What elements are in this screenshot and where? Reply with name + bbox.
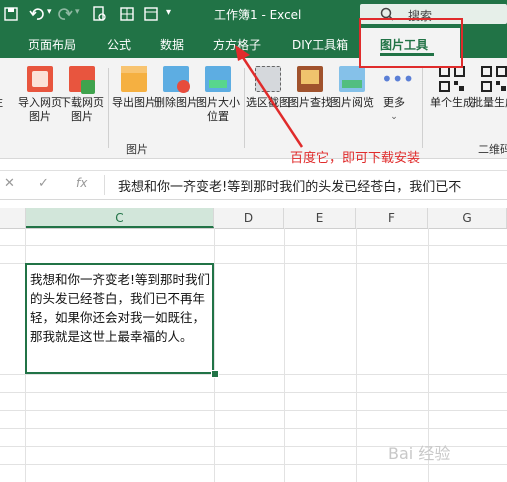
more-button[interactable]: ••• 更多 ⌄ xyxy=(372,66,416,124)
qr-batch-label: 批量生成 xyxy=(472,96,507,109)
more-chevron-down-icon: ⌄ xyxy=(390,112,398,122)
highlight-box xyxy=(359,18,463,68)
col-gridline xyxy=(356,228,357,482)
row-gridline xyxy=(0,374,507,375)
qr-batch-button[interactable]: 批量生成 xyxy=(472,66,507,110)
qr-single-label: 单个生成 xyxy=(430,96,474,109)
column-header-c[interactable]: C xyxy=(26,208,214,228)
tab-data[interactable]: 数据 xyxy=(160,36,184,53)
grid-icon[interactable] xyxy=(118,5,136,23)
redo-dropdown-icon[interactable]: ▾ xyxy=(75,7,80,17)
col-gridline xyxy=(214,228,215,482)
column-header-d[interactable]: D xyxy=(214,208,284,228)
more-label: 更多 xyxy=(383,96,405,109)
row-gridline xyxy=(0,464,507,465)
row-gridline xyxy=(0,410,507,411)
watermark: Bai 经验 xyxy=(388,444,451,463)
row-gridline xyxy=(0,245,507,246)
qr-single-icon xyxy=(439,66,465,92)
formula-bar: ✕ ✓ fx 我想和你一齐变老!等到那时我们的头发已经苍白，我们已不 xyxy=(0,170,507,200)
image-size-position-icon xyxy=(205,66,231,92)
image-preview-icon xyxy=(339,66,365,92)
cancel-icon[interactable]: ✕ xyxy=(4,176,15,191)
row-gridline xyxy=(0,428,507,429)
column-header-g[interactable]: G xyxy=(428,208,507,228)
redo-icon[interactable] xyxy=(56,5,74,23)
import-web-image-button[interactable]: 导入网页图片 xyxy=(18,66,62,124)
row-gridline xyxy=(0,392,507,393)
image-preview-label: 图片阅览 xyxy=(330,96,374,109)
fill-handle[interactable] xyxy=(211,370,219,378)
select-all-corner[interactable] xyxy=(0,208,26,228)
image-preview-button[interactable]: 图片阅览 xyxy=(330,66,374,110)
delete-image-button[interactable]: 删除图片 xyxy=(154,66,198,110)
partial-label: 注 xyxy=(0,96,6,110)
download-web-image-icon xyxy=(69,66,95,94)
delete-image-label: 删除图片 xyxy=(154,96,198,109)
download-web-image-label: 下载网页图片 xyxy=(60,96,104,123)
confirm-icon[interactable]: ✓ xyxy=(38,176,49,191)
insert-function-icon[interactable]: fx xyxy=(76,176,87,190)
tab-page-layout[interactable]: 页面布局 xyxy=(28,36,76,53)
partial-label-text: 注 xyxy=(0,96,6,110)
format-icon[interactable] xyxy=(142,5,160,23)
group-label-images: 图片 xyxy=(126,143,148,156)
annotation-note: 百度它，即可下载安装 xyxy=(290,151,421,166)
undo-icon[interactable] xyxy=(28,5,46,23)
import-web-image-icon xyxy=(27,66,53,92)
customize-qat-icon[interactable]: ▾ xyxy=(166,7,171,18)
tab-formulas[interactable]: 公式 xyxy=(107,36,131,53)
ribbon-separator xyxy=(108,68,109,148)
cell-text: 我想和你一齐变老!等到那时我们的头发已经苍白，我们已不再年轻，如果你还会对我一如… xyxy=(30,272,211,344)
col-gridline xyxy=(284,228,285,482)
column-header-e[interactable]: E xyxy=(284,208,356,228)
undo-dropdown-icon[interactable]: ▾ xyxy=(47,7,52,17)
export-image-button[interactable]: 导出图片 xyxy=(112,66,156,110)
import-web-image-label: 导入网页图片 xyxy=(18,96,62,123)
qr-single-button[interactable]: 单个生成 xyxy=(430,66,474,110)
export-image-label: 导出图片 xyxy=(112,96,156,109)
ribbon-separator xyxy=(422,68,423,148)
delete-image-icon xyxy=(163,66,190,93)
save-icon[interactable] xyxy=(2,5,20,23)
formula-divider xyxy=(104,175,105,195)
qr-batch-icon xyxy=(481,66,507,92)
formula-input[interactable]: 我想和你一齐变老!等到那时我们的头发已经苍白，我们已不 xyxy=(118,176,461,195)
export-image-icon xyxy=(121,66,147,92)
column-header-f[interactable]: F xyxy=(356,208,428,228)
more-icon: ••• xyxy=(381,67,414,91)
window-title: 工作簿1 - Excel xyxy=(214,8,302,22)
column-header-row: C D E F G xyxy=(0,208,507,229)
group-label-qrcode: 二维码 xyxy=(478,143,507,156)
print-preview-icon[interactable] xyxy=(90,5,108,23)
download-web-image-button[interactable]: 下载网页图片 xyxy=(60,66,104,124)
annotation-arrow-icon xyxy=(235,45,304,148)
